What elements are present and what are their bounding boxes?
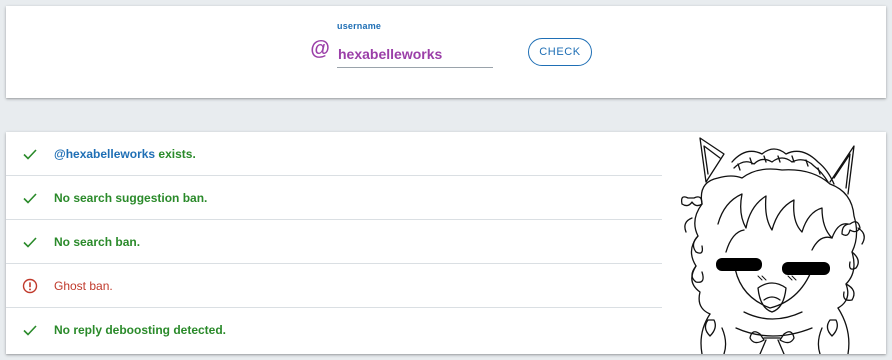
username-input[interactable] bbox=[337, 38, 493, 68]
result-text: No search ban. bbox=[54, 235, 141, 249]
check-button[interactable]: CHECK bbox=[528, 38, 592, 66]
at-icon: @ bbox=[310, 38, 330, 60]
username-handle: @hexabelleworks bbox=[54, 147, 156, 161]
result-text: No reply deboosting detected. bbox=[54, 323, 227, 337]
result-row-search-ban: No search ban. bbox=[6, 220, 662, 264]
result-text: @hexabelleworks exists. bbox=[54, 147, 196, 161]
check-icon bbox=[23, 237, 37, 248]
result-exists-text: exists. bbox=[155, 147, 196, 161]
result-row-ghost-ban: Ghost ban. bbox=[6, 264, 662, 308]
check-icon bbox=[23, 149, 37, 160]
result-text: No search suggestion ban. bbox=[54, 191, 208, 205]
username-label: username bbox=[337, 21, 382, 31]
result-row-search-suggestion: No search suggestion ban. bbox=[6, 176, 662, 220]
check-icon bbox=[23, 193, 37, 204]
character-illustration bbox=[662, 132, 886, 354]
check-icon bbox=[23, 325, 37, 336]
result-row-reply-deboosting: No reply deboosting detected. bbox=[6, 308, 662, 352]
result-row-exists: @hexabelleworks exists. bbox=[6, 132, 662, 176]
alert-circle-icon bbox=[22, 278, 38, 294]
results-list: @hexabelleworks exists. No search sugges… bbox=[6, 132, 662, 352]
search-card: username @ CHECK bbox=[6, 6, 886, 98]
results-card: @hexabelleworks exists. No search sugges… bbox=[6, 132, 886, 354]
result-text: Ghost ban. bbox=[54, 279, 113, 293]
